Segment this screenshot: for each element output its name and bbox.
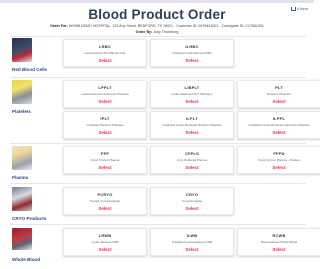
product-description: Fresh Frozen Plasma - Divided xyxy=(258,158,300,162)
product-card-cfpls: CFPLS Cryo Reduced Plasma Select xyxy=(150,146,234,174)
product-description: Irradiated Leuko-Reduced WB xyxy=(171,240,213,244)
plasma-bag-photo xyxy=(12,146,32,170)
product-code: LRWB xyxy=(98,233,112,238)
product-description: Irradiated Leukoreduced RBC xyxy=(172,51,212,55)
page-title: Blood Product Order xyxy=(88,7,226,22)
product-code: ILPPL xyxy=(272,116,286,121)
product-code: CFPLS xyxy=(184,151,200,156)
product-card-lrwb: LRWB Leuko-Reduced WB Select xyxy=(63,228,147,256)
select-button[interactable]: Select xyxy=(64,99,146,104)
category-label-red-blood-cells: Red Blood Cells xyxy=(12,67,48,72)
product-card-ffp: FFP Fresh Frozen Plasma Select xyxy=(63,146,147,174)
product-description: Reconstituted Whole Blood xyxy=(260,240,298,244)
order-for-info: Order For: WXMB DEMO HOSPITAL, 123 Any S… xyxy=(0,24,314,28)
product-description: Irradiated Leuko-Reduced Random Platelet… xyxy=(162,123,222,127)
order-for-label: Order For: xyxy=(50,24,68,28)
select-button[interactable]: Select xyxy=(64,58,146,63)
section-divider xyxy=(10,224,306,225)
product-description: Random Platelets xyxy=(267,92,291,96)
section-divider xyxy=(10,143,306,144)
select-button[interactable]: Select xyxy=(64,130,146,135)
product-code: FFPD xyxy=(273,151,285,156)
product-description: Leuko-Reduced PLT Pathogen xyxy=(171,92,213,96)
product-code: LRBC xyxy=(99,44,111,49)
section-divider xyxy=(10,183,306,184)
product-description: Leukoreduced Red Blood Cells xyxy=(84,51,126,55)
cryo-bag-photo xyxy=(12,187,32,211)
order-by-label: Order By: xyxy=(135,30,153,34)
product-card-lpplt: LPPLT Leuko-Reduced Apheresis Platelets … xyxy=(63,80,147,108)
product-code: LPPLT xyxy=(98,85,112,90)
order-by-info: Order By: Judy Thornburg xyxy=(0,30,314,34)
product-code: PCRYO xyxy=(97,192,113,197)
select-button[interactable]: Select xyxy=(151,247,233,252)
top-bar xyxy=(0,0,314,3)
product-description: Leuko-Reduced Apheresis Platelets xyxy=(81,92,129,96)
select-button[interactable]: Select xyxy=(151,130,233,135)
product-code: LIBPLT xyxy=(184,85,200,90)
product-card-ilwb: ILWB Irradiated Leuko-Reduced WB Select xyxy=(150,228,234,256)
product-code: FFP xyxy=(100,151,110,156)
product-description: Irradiated Leuko-Reduced Apheresis Plate… xyxy=(248,123,310,127)
product-card-libplt: LIBPLT Leuko-Reduced PLT Pathogen Select xyxy=(150,80,234,108)
order-for-value: WXMB DEMO HOSPITAL, 123 Any Street, BEDF… xyxy=(68,24,264,28)
product-description: Pooled Cryoprecipitate xyxy=(89,199,121,203)
product-card-iplt: IPLT Irradiated Random Platelets Select xyxy=(63,111,147,139)
product-description: Fresh Frozen Plasma xyxy=(90,158,120,162)
product-card-ilplt: ILPLT Irradiated Leuko-Reduced Random Pl… xyxy=(150,111,234,139)
red-blood-cells-bag-photo xyxy=(12,38,32,62)
select-button[interactable]: Select xyxy=(151,58,233,63)
select-button[interactable]: Select xyxy=(238,247,320,252)
select-button[interactable]: Select xyxy=(64,206,146,211)
select-button[interactable]: Select xyxy=(238,99,320,104)
product-description: Cryo Reduced Plasma xyxy=(176,158,207,162)
select-button[interactable]: Select xyxy=(151,99,233,104)
category-label-plasma: Plasma xyxy=(12,175,29,180)
product-code: IPLT xyxy=(100,116,110,121)
order-by-value: Judy Thornburg xyxy=(153,30,179,34)
product-code: CRYO xyxy=(185,192,199,197)
select-button[interactable]: Select xyxy=(151,206,233,211)
product-code: RCWB xyxy=(272,233,286,238)
select-button[interactable]: Select xyxy=(151,165,233,170)
product-card-rcwb: RCWB Reconstituted Whole Blood Select xyxy=(237,228,320,256)
select-button[interactable]: Select xyxy=(64,165,146,170)
product-code: PLT xyxy=(275,85,283,90)
product-code: ILPLT xyxy=(186,116,198,121)
product-description: Leuko-Reduced WB xyxy=(91,240,119,244)
section-divider xyxy=(10,77,306,78)
product-card-cryo: CRYO Cryoprecipitate Select xyxy=(150,187,234,215)
product-card-lrbc: LRBC Leukoreduced Red Blood Cells Select xyxy=(63,39,147,67)
product-description: Cryoprecipitate xyxy=(181,199,203,203)
product-code: ILRBC xyxy=(185,44,199,49)
product-card-ffpd: FFPD Fresh Frozen Plasma - Divided Selec… xyxy=(237,146,320,174)
select-button[interactable]: Select xyxy=(238,130,320,135)
product-card-ilppl: ILPPL Irradiated Leuko-Reduced Apheresis… xyxy=(237,111,320,139)
product-card-plt: PLT Random Platelets Select xyxy=(237,80,320,108)
select-button[interactable]: Select xyxy=(238,165,320,170)
product-description: Irradiated Random Platelets xyxy=(86,123,124,127)
section-divider xyxy=(10,36,306,37)
category-label-cryo-products: CRYO Products xyxy=(12,216,47,221)
platelets-bag-photo xyxy=(12,80,32,104)
category-label-whole-blood: Whole Blood xyxy=(12,257,41,262)
category-label-platelets: Platelets xyxy=(12,109,31,114)
product-card-pcryo: PCRYO Pooled Cryoprecipitate Select xyxy=(63,187,147,215)
whole-blood-bag-photo xyxy=(12,228,32,250)
product-code: ILWB xyxy=(186,233,198,238)
product-card-ilrbc: ILRBC Irradiated Leukoreduced RBC Select xyxy=(150,39,234,67)
select-button[interactable]: Select xyxy=(64,247,146,252)
